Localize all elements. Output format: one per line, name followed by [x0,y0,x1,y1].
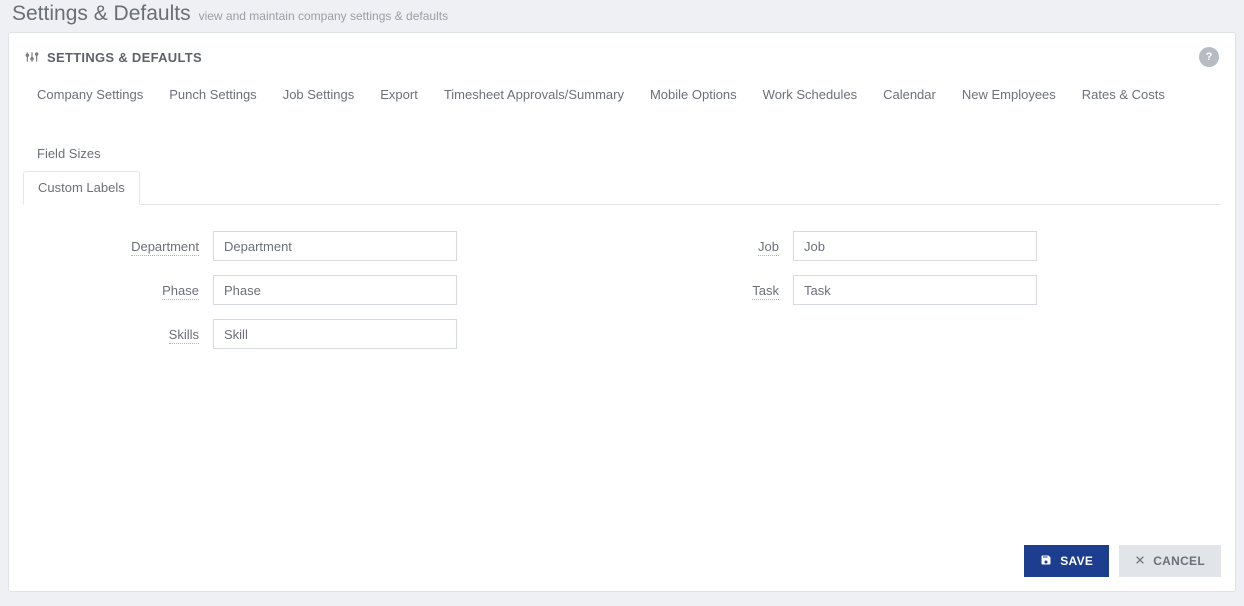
cancel-label: CANCEL [1153,554,1205,568]
input-task[interactable] [793,275,1037,305]
help-button[interactable]: ? [1199,47,1219,67]
panel-title: SETTINGS & DEFAULTS [47,50,202,65]
custom-labels-form: Department Phase Skills Job [23,205,1221,535]
tab-timesheet-approvals[interactable]: Timesheet Approvals/Summary [444,79,624,112]
tab-field-sizes[interactable]: Field Sizes [37,138,101,171]
page-title: Settings & Defaults [12,2,191,26]
row-skills: Skills [63,319,523,349]
panel-footer: SAVE CANCEL [23,535,1221,577]
tab-export[interactable]: Export [380,79,418,112]
input-job[interactable] [793,231,1037,261]
tab-work-schedules[interactable]: Work Schedules [763,79,857,112]
label-skills: Skills [63,327,213,342]
row-department: Department [63,231,523,261]
panel-header: SETTINGS & DEFAULTS ? [23,43,1221,75]
save-label: SAVE [1060,554,1093,568]
label-task: Task [643,283,793,298]
question-icon: ? [1206,51,1213,63]
page-header: Settings & Defaults view and maintain co… [8,0,1236,32]
tab-custom-labels[interactable]: Custom Labels [23,171,140,205]
sliders-icon [25,50,39,64]
row-task: Task [643,275,1103,305]
tabs: Company Settings Punch Settings Job Sett… [23,75,1221,205]
label-job: Job [643,239,793,254]
tab-new-employees[interactable]: New Employees [962,79,1056,112]
tab-calendar[interactable]: Calendar [883,79,936,112]
label-department: Department [63,239,213,254]
input-department[interactable] [213,231,457,261]
label-phase: Phase [63,283,213,298]
save-button[interactable]: SAVE [1024,545,1109,577]
tab-mobile-options[interactable]: Mobile Options [650,79,737,112]
tab-job-settings[interactable]: Job Settings [283,79,355,112]
input-phase[interactable] [213,275,457,305]
row-phase: Phase [63,275,523,305]
save-icon [1040,554,1052,569]
tab-punch-settings[interactable]: Punch Settings [169,79,256,112]
close-icon [1135,554,1145,568]
settings-panel: SETTINGS & DEFAULTS ? Company Settings P… [8,32,1236,592]
row-job: Job [643,231,1103,261]
cancel-button[interactable]: CANCEL [1119,545,1221,577]
tab-rates-costs[interactable]: Rates & Costs [1082,79,1165,112]
input-skills[interactable] [213,319,457,349]
tab-company-settings[interactable]: Company Settings [37,79,143,112]
page-subtitle: view and maintain company settings & def… [199,9,448,23]
